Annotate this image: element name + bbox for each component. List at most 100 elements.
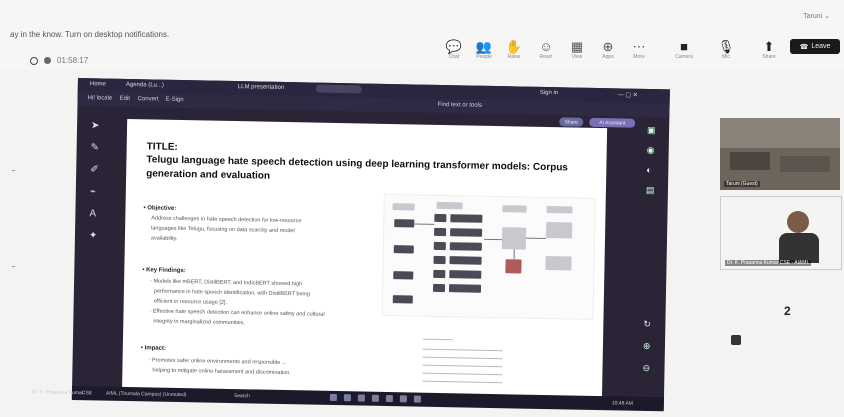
draw-icon[interactable]: ✐ [90,164,99,175]
react-button[interactable]: ☺ React [532,39,560,61]
share-pill-button[interactable]: Share [559,117,584,127]
diagram-box [393,245,414,254]
apps-button[interactable]: ⊕ Apps [594,39,622,61]
zoom-in-icon[interactable]: ⊕ [643,341,651,352]
record-icon [44,57,51,64]
doc-title: TITLE: [146,141,178,153]
zoom-out-icon[interactable]: ⊖ [642,363,650,374]
phone-icon: ☎ [799,43,809,51]
taskbar-search[interactable]: Search [234,393,250,399]
diagram-connector [525,237,547,240]
people-icon: 👥 [475,39,493,54]
menu-item[interactable]: Edit [120,96,130,102]
taskbar-app-icon[interactable] [385,394,393,403]
diagram-box [433,269,446,279]
participant-count: 2 [784,304,791,318]
react-icon: ☺ [539,39,553,54]
architecture-diagram [381,193,596,320]
taskbar-campus: AIML (Tirumala Campus) (Unmuted) [105,390,187,399]
export-icon[interactable]: ◐ [646,165,652,175]
video-scene [730,152,770,170]
table-line [422,380,503,384]
diagram-box [502,205,527,213]
diagram-connector [513,249,515,260]
share-button[interactable]: ⬆ Share [755,39,783,61]
sign-in-link[interactable]: Sign in [540,90,558,96]
new-tab-pill[interactable] [315,84,362,94]
chat-icon: 💬 [445,39,463,54]
diagram-box [450,228,483,237]
menu-item[interactable]: E-Sign [166,97,184,103]
mic-button[interactable]: 🎙 Mic [712,40,740,61]
avatar [779,233,819,263]
participant-video[interactable]: Taruni (Guest) [720,118,840,190]
find-tools[interactable]: Find text or tools [437,102,481,109]
refresh-icon[interactable]: ↻ [643,319,651,330]
diagram-box [546,206,573,214]
participant-video[interactable]: Dr. K. Prasanna Kumar CSE - AI&ML [720,196,842,270]
document-page: TITLE: Telugu language hate speech detec… [121,118,608,409]
taskbar-app-icon[interactable] [371,394,379,402]
more-button[interactable]: ⋯ More [625,40,653,61]
diagram-box [433,255,446,265]
stamp-icon[interactable]: ✦ [89,230,98,241]
taskbar-app-icon[interactable] [329,393,337,402]
agenda-tab[interactable]: Agenda (Lu...) [126,82,164,89]
highlight-icon[interactable]: ⌁ [90,186,96,197]
participant-label: Taruni (Guest) [724,181,760,187]
people-button[interactable]: 👥 People [470,39,498,61]
taskbar-app-icon[interactable] [399,395,407,403]
raise-hand-button[interactable]: ✋ Raise [500,39,528,61]
ai-assistant-button[interactable]: AI Assistant [589,117,636,128]
radio-icon [30,56,38,65]
view-button[interactable]: ▦ View [563,40,591,61]
apps-icon: ⊕ [602,39,614,54]
table-line [423,338,454,341]
diagram-connector [483,238,502,241]
reference-table [422,335,513,397]
table-line [422,372,503,376]
share-icon: ⬆ [763,39,775,54]
notification-banner[interactable]: ay in the know. Turn on desktop notifica… [10,30,169,39]
recording-time: 01:58:17 [57,56,89,65]
home-tab[interactable]: Home [90,81,106,87]
comments-icon[interactable]: ◉ [647,145,655,156]
taskbar-app-icon[interactable] [357,394,365,402]
taskbar-clock: 10:48 AM [611,400,634,407]
section-line: integrity in marginalized communities. [153,318,246,327]
menu-item[interactable]: Hi! locale [88,95,113,101]
presentation-tab[interactable]: LLM presentation [238,84,284,91]
divider [12,170,15,171]
taskbar-app-icon[interactable] [343,394,351,402]
camera-button[interactable]: ■ Camera [670,39,698,61]
diagram-box [449,256,482,265]
doc-heading: Telugu language hate speech detection us… [146,154,569,182]
table-line [422,348,503,352]
table-line [422,356,503,360]
comment-icon[interactable]: ✎ [91,142,100,153]
meeting-toolbar: ay in the know. Turn on desktop notifica… [0,0,844,70]
camera-icon: ■ [680,39,688,54]
section-heading: • Key Findings: [142,267,186,275]
section-line: helping to mitigate online harassment an… [152,367,291,377]
chat-button[interactable]: 💬 Chat [440,39,468,61]
section-heading: • Objective: [143,205,177,212]
participant-label: Dr. K. Prasanna Kumar CSE - AI&ML [725,260,812,266]
taskbar-app-icon[interactable] [413,395,421,403]
video-scene [720,118,840,148]
text-icon[interactable]: A [89,208,96,219]
diagram-box [433,241,446,251]
cursor-icon[interactable]: ➤ [91,120,100,131]
window-controls[interactable]: — ▢ ✕ [618,91,638,98]
menu-item[interactable]: Convert [138,96,159,102]
leave-button[interactable]: ☎ Leave [790,39,840,54]
caption-icon[interactable] [731,335,741,345]
print-icon[interactable]: ▤ [646,185,655,196]
raise-hand-icon: ✋ [505,39,523,54]
diagram-box [392,203,415,211]
diagram-box [449,270,482,279]
user-menu[interactable]: Taruni ⌄ [803,12,830,20]
diagram-box [434,213,447,223]
diagram-box [394,219,415,228]
panel-icon[interactable]: ▣ [647,125,656,136]
